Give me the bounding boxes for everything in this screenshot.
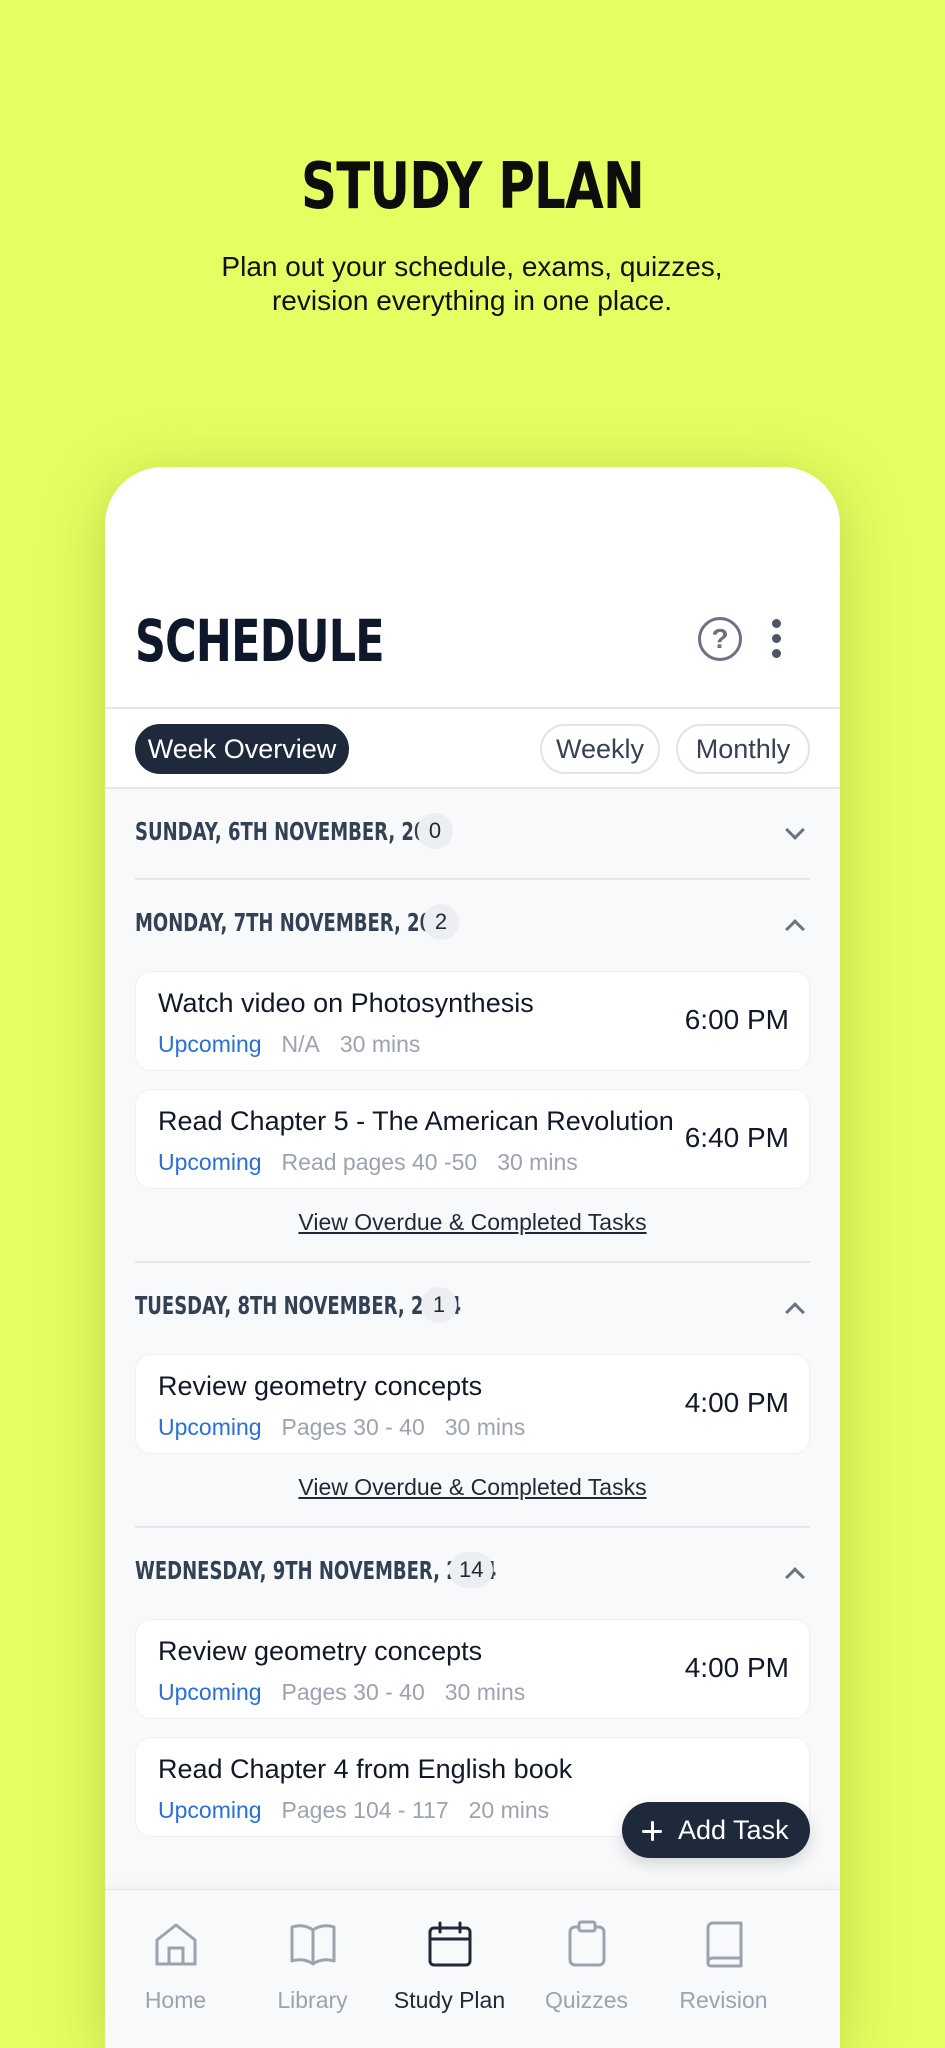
day-title: WEDNESDAY, 9TH NOVEMBER, 2024 — [135, 1556, 497, 1585]
day-header[interactable]: TUESDAY, 8TH NOVEMBER, 2024 1 — [135, 1263, 810, 1353]
add-task-button[interactable]: Add Task — [622, 1802, 810, 1858]
task-status: Upcoming — [158, 1414, 262, 1440]
chevron-up-icon[interactable] — [785, 919, 805, 939]
calendar-icon — [428, 1921, 472, 1967]
nav-item-quizzes[interactable]: Quizzes — [518, 1890, 655, 2048]
task-card[interactable]: Watch video on Photosynthesis Upcoming N/A… — [135, 971, 810, 1071]
task-detail: Read pages 40 -50 — [281, 1149, 478, 1175]
chevron-down-icon[interactable] — [785, 820, 805, 840]
task-time: 6:40 PM — [684, 1122, 789, 1153]
day-task-count: 14 — [449, 1552, 494, 1588]
task-status: Upcoming — [158, 1031, 262, 1057]
task-card[interactable]: Read Chapter 5 - The American Revolution… — [135, 1089, 810, 1189]
task-time: 6:00 PM — [684, 1004, 789, 1035]
task-detail: Pages 30 - 40 — [281, 1679, 425, 1705]
app-header: SCHEDULE ? — [105, 467, 840, 707]
task-status: Upcoming — [158, 1797, 262, 1823]
tab-week-overview[interactable]: Week Overview — [135, 724, 349, 774]
task-meta: Upcoming Pages 30 - 40 30 mins — [158, 1679, 545, 1706]
tab-monthly[interactable]: Monthly — [676, 724, 810, 774]
nav-label: Revision — [679, 1987, 768, 2013]
task-meta: Upcoming N/A 30 mins — [158, 1031, 440, 1058]
task-duration: 30 mins — [444, 1414, 526, 1440]
day-task-count: 0 — [417, 813, 453, 849]
phone-screen: SCHEDULE ? Week Overview Weekly Monthly … — [105, 467, 840, 2048]
tab-weekly[interactable]: Weekly — [540, 724, 660, 774]
task-title: Review geometry concepts — [158, 1371, 483, 1401]
chevron-up-icon[interactable] — [785, 1302, 805, 1322]
nav-label: Library — [277, 1987, 348, 2013]
page-title: SCHEDULE — [135, 607, 385, 675]
task-duration: 20 mins — [468, 1797, 550, 1823]
task-duration: 30 mins — [497, 1149, 578, 1175]
more-options-icon[interactable] — [770, 619, 782, 659]
task-meta: Upcoming Pages 104 - 117 20 mins — [158, 1797, 569, 1824]
day-header[interactable]: SUNDAY, 6TH NOVEMBER, 2024 0 — [135, 789, 810, 879]
chevron-up-icon[interactable] — [785, 1567, 805, 1587]
add-task-label: Add Task — [678, 1815, 789, 1845]
nav-item-home[interactable]: Home — [107, 1890, 244, 2048]
task-title: Read Chapter 4 from English book — [158, 1754, 573, 1784]
task-title: Read Chapter 5 - The American Revolution — [158, 1106, 674, 1136]
day-title: MONDAY, 7TH NOVEMBER, 2024 — [135, 908, 458, 937]
task-title: Review geometry concepts — [158, 1636, 483, 1666]
task-duration: 30 mins — [339, 1031, 421, 1057]
nav-item-library[interactable]: Library — [244, 1890, 381, 2048]
plus-icon — [642, 1821, 662, 1841]
task-time: 4:00 PM — [684, 1387, 789, 1418]
view-overdue-completed-link[interactable]: View Overdue & Completed Tasks — [105, 1209, 840, 1236]
help-icon[interactable]: ? — [698, 617, 742, 661]
task-status: Upcoming — [158, 1679, 262, 1705]
schedule-list: SUNDAY, 6TH NOVEMBER, 2024 0 MONDAY, 7TH N… — [105, 789, 840, 1889]
task-detail: Pages 104 - 117 — [281, 1797, 449, 1823]
nav-item-revision[interactable]: Revision — [655, 1890, 792, 2048]
book-open-icon — [290, 1924, 336, 1966]
task-status: Upcoming — [158, 1149, 262, 1175]
task-detail: N/A — [281, 1031, 320, 1057]
task-title: Watch video on Photosynthesis — [158, 988, 534, 1018]
day-task-count: 1 — [421, 1287, 457, 1323]
clipboard-icon — [568, 1920, 606, 1967]
view-overdue-completed-link[interactable]: View Overdue & Completed Tasks — [105, 1474, 840, 1501]
day-title: TUESDAY, 8TH NOVEMBER, 2024 — [135, 1291, 462, 1320]
nav-label: Study Plan — [393, 1987, 506, 2013]
nav-item-study-plan[interactable]: Study Plan — [381, 1890, 518, 2048]
task-duration: 30 mins — [444, 1679, 526, 1705]
bottom-nav: Home Library Study Plan Quizzes Revision — [105, 1889, 840, 2048]
task-meta: Upcoming Read pages 40 -50 30 mins — [158, 1149, 598, 1176]
view-tabs: Week Overview Weekly Monthly — [105, 707, 840, 789]
nav-label: Quizzes — [544, 1987, 629, 2013]
task-meta: Upcoming Pages 30 - 40 30 mins — [158, 1414, 545, 1441]
promo-title: STUDY PLAN — [301, 150, 645, 224]
day-task-count: 2 — [423, 904, 459, 940]
nav-label: Home — [144, 1987, 207, 2013]
day-header[interactable]: WEDNESDAY, 9TH NOVEMBER, 2024 14 — [135, 1528, 810, 1618]
task-time: 4:00 PM — [684, 1652, 789, 1683]
day-title: SUNDAY, 6TH NOVEMBER, 2024 — [135, 817, 452, 846]
task-card[interactable]: Review geometry concepts Upcoming Pages 30… — [135, 1619, 810, 1719]
book-icon — [706, 1921, 743, 1968]
promo-subtitle: Plan out your schedule, exams, quizzes, … — [221, 251, 723, 316]
home-icon — [155, 1923, 197, 1966]
day-header[interactable]: MONDAY, 7TH NOVEMBER, 2024 2 — [135, 880, 810, 970]
task-detail: Pages 30 - 40 — [281, 1414, 425, 1440]
task-card[interactable]: Review geometry concepts Upcoming Pages 30… — [135, 1354, 810, 1454]
